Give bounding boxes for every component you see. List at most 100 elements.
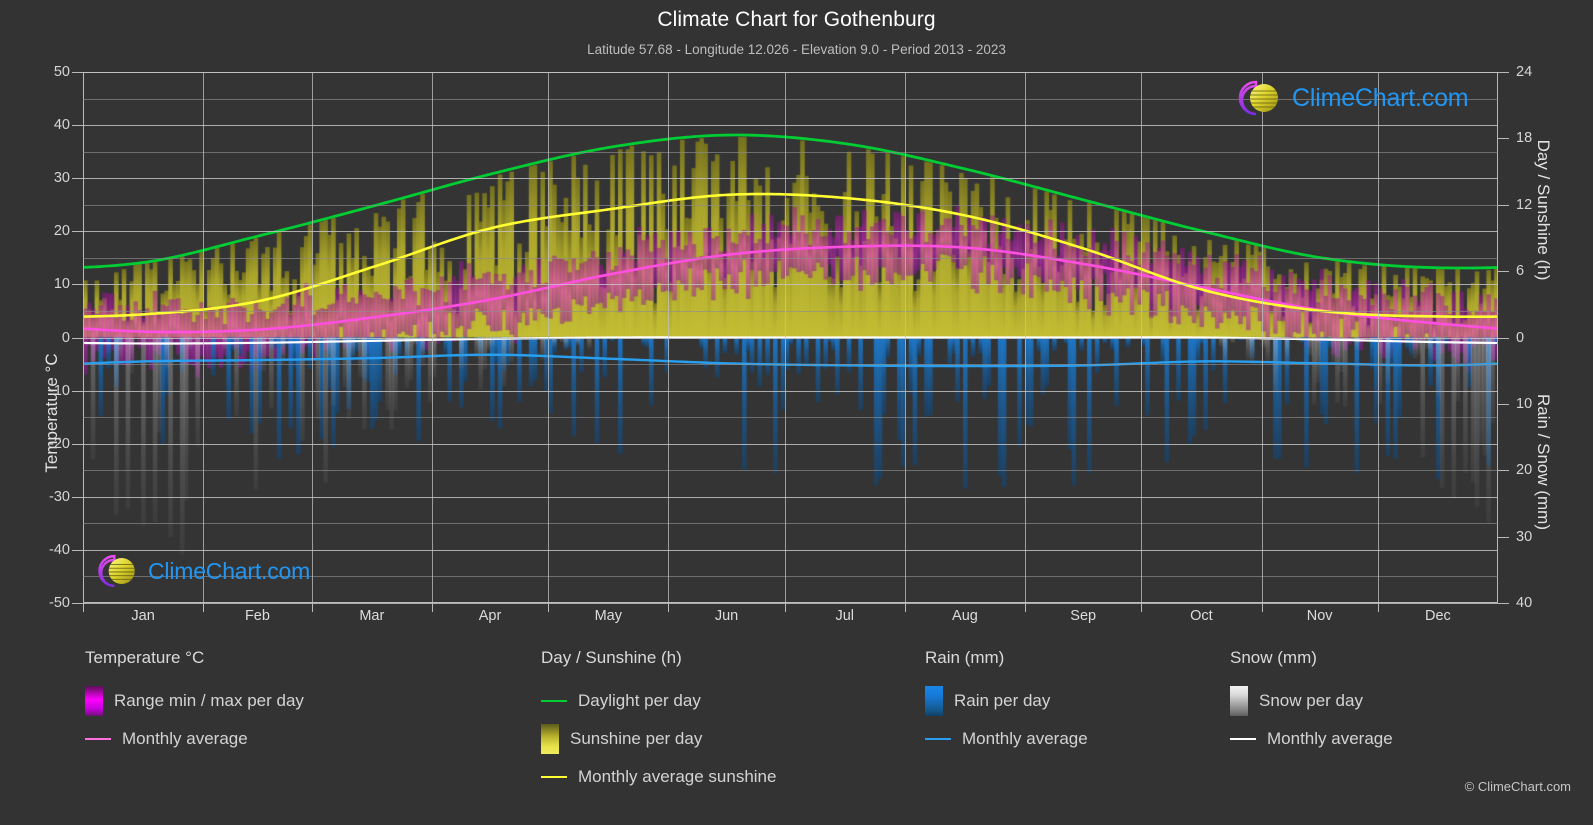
gridline-vertical [1025, 72, 1027, 603]
gridline-horizontal [83, 72, 1498, 73]
gridline-horizontal [83, 417, 1498, 419]
gridline-horizontal [83, 125, 1498, 127]
y-axis-tick-left: -40 [49, 541, 70, 558]
x-tickmark [548, 603, 550, 612]
legend-item-sunshine-daily[interactable]: Sunshine per day [541, 720, 776, 758]
legend-item-rain-daily[interactable]: Rain per day [925, 682, 1088, 720]
y-axis-tick-right: 40 [1516, 595, 1533, 611]
gridline-vertical [784, 72, 786, 603]
gridline-horizontal [83, 390, 1498, 392]
y-tickmark-left [72, 231, 83, 233]
y-tickmark-left [72, 337, 83, 339]
x-tickmark [311, 603, 313, 612]
gridline-vertical [1141, 72, 1143, 603]
y-axis-tick-right: 6 [1516, 263, 1525, 280]
x-axis-tick-mar: Mar [359, 608, 385, 624]
gridline-horizontal [83, 178, 1498, 180]
y-tickmark-left [72, 390, 83, 392]
y-tickmark-right [1498, 204, 1509, 206]
x-tickmark [1261, 603, 1263, 612]
legend-item-sunshine-average[interactable]: Monthly average sunshine [541, 758, 776, 796]
watermark-logo-top: ClimeChart.com [1232, 78, 1469, 118]
gridline-horizontal [83, 549, 1498, 551]
gridline-vertical [311, 72, 313, 603]
y-axis-tick-right: 24 [1516, 64, 1533, 80]
gridline-horizontal [83, 470, 1498, 472]
y-axis-tick-right: 0 [1516, 329, 1525, 346]
gridline-horizontal [83, 364, 1498, 366]
y-axis-tick-right: 30 [1516, 528, 1533, 545]
y-tickmark-right [1498, 138, 1509, 140]
legend-item-temp-range[interactable]: Range min / max per day [85, 682, 304, 720]
y-axis-tick-left: -30 [49, 488, 70, 505]
chart-legend: Temperature °C Range min / max per day M… [0, 648, 1593, 798]
y-axis-tick-right: 10 [1516, 395, 1533, 412]
y-axis-tick-right: 18 [1516, 130, 1533, 147]
legend-item-snow-daily[interactable]: Snow per day [1230, 682, 1393, 720]
gridline-horizontal [83, 284, 1498, 286]
y-axis-tick-right: 12 [1516, 196, 1533, 213]
gridline-horizontal [83, 310, 1498, 312]
rain-swatch-icon [925, 686, 943, 716]
x-tickmark [83, 603, 84, 612]
y-axis-tick-right: 20 [1516, 462, 1533, 479]
y-axis-tick-left: 30 [53, 170, 70, 187]
legend-label: Snow per day [1259, 691, 1363, 710]
x-axis-tick-dec: Dec [1425, 608, 1451, 624]
legend-title-sunshine: Day / Sunshine (h) [541, 648, 682, 667]
page-title: Climate Chart for Gothenburg [657, 8, 936, 31]
y-axis-tick-left: 20 [53, 223, 70, 240]
legend-label: Range min / max per day [114, 691, 304, 710]
watermark-text: ClimeChart.com [148, 557, 311, 584]
x-tickmark [668, 603, 670, 612]
y-tickmark-left [72, 284, 83, 286]
gridline-horizontal [83, 151, 1498, 153]
legend-label: Rain per day [954, 691, 1051, 710]
x-tickmark [1025, 603, 1027, 612]
gridline-vertical [548, 72, 550, 603]
legend-label: Daylight per day [578, 691, 701, 710]
y-tickmark-right [1498, 470, 1509, 472]
legend-label: Monthly average [962, 729, 1088, 748]
legend-title-temperature: Temperature °C [85, 648, 205, 667]
legend-label: Monthly average sunshine [578, 767, 777, 786]
legend-group-rain: Rain (mm) Rain per day Monthly average [925, 648, 1088, 758]
climechart-logo-icon [1238, 80, 1278, 116]
y-axis-tick-left: -50 [49, 595, 70, 611]
snow-average-line-icon [1230, 738, 1256, 740]
temp-range-swatch-icon [85, 686, 103, 716]
watermark-logo-bottom: ClimeChart.com [92, 552, 310, 590]
gridline-horizontal [83, 337, 1498, 339]
y-tickmark-left [72, 549, 83, 551]
sunshine-average-line [83, 192, 1498, 319]
gridline-horizontal [83, 231, 1498, 233]
daylight-line-icon [541, 700, 567, 702]
y-tickmark-left [72, 72, 83, 73]
legend-label: Sunshine per day [570, 729, 703, 748]
x-tickmark [784, 603, 786, 612]
y-axis-tick-left: -20 [49, 435, 70, 452]
legend-item-daylight[interactable]: Daylight per day [541, 682, 776, 720]
temp-average-line-icon [85, 738, 111, 740]
y-tickmark-right [1498, 603, 1509, 604]
x-axis-tick-jul: Jul [835, 608, 855, 624]
legend-title-rain: Rain (mm) [925, 648, 1005, 667]
y-tickmark-right [1498, 271, 1509, 273]
gridline-horizontal [83, 603, 1498, 604]
legend-item-temp-average[interactable]: Monthly average [85, 720, 304, 758]
legend-item-rain-average[interactable]: Monthly average [925, 720, 1088, 758]
legend-item-snow-average[interactable]: Monthly average [1230, 720, 1393, 758]
x-axis-tick-sep: Sep [1070, 608, 1097, 624]
legend-label: Monthly average [1267, 729, 1393, 748]
sunshine-swatch-icon [541, 724, 559, 754]
gridline-vertical [1377, 72, 1379, 603]
gridline-horizontal [83, 496, 1498, 498]
copyright-notice: © ClimeChart.com [1464, 779, 1571, 794]
x-tickmark [904, 603, 906, 612]
y-axis-tick-left: -10 [49, 382, 70, 399]
x-tickmark [1141, 603, 1143, 612]
x-tickmark [203, 603, 205, 612]
chart-subtitle: Latitude 57.68 - Longitude 12.026 - Elev… [587, 42, 1006, 57]
gridline-vertical [668, 72, 670, 603]
y-axis-tick-left: 10 [53, 276, 70, 293]
